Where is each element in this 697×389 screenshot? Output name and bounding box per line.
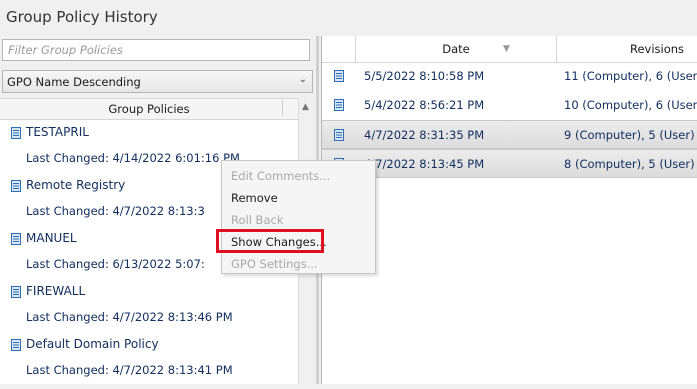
document-icon <box>334 129 344 141</box>
table-row[interactable]: 4/7/2022 8:31:35 PM 9 (Computer), 5 (Use… <box>322 120 697 149</box>
history-date: 5/4/2022 8:56:21 PM <box>364 98 485 112</box>
history-date: 4/7/2022 8:13:45 PM <box>364 157 485 171</box>
document-icon <box>11 180 21 192</box>
document-icon <box>11 339 21 351</box>
menu-item-roll-back[interactable]: Roll Back <box>231 213 283 227</box>
list-item[interactable]: Default Domain Policy Last Changed: 4/7/… <box>0 336 298 389</box>
list-item[interactable]: FIREWALL Last Changed: 4/7/2022 8:13:46 … <box>0 283 298 336</box>
column-divider <box>282 100 283 116</box>
policy-last-changed: Last Changed: 4/7/2022 8:13:41 PM <box>26 363 233 377</box>
icon-column-header <box>322 36 356 63</box>
date-column-label: Date <box>442 42 470 56</box>
history-revisions: 9 (Computer), 5 (User) <box>564 128 695 142</box>
policy-last-changed: Last Changed: 4/14/2022 6:01:16 PM <box>26 151 240 165</box>
history-date: 5/5/2022 8:10:58 PM <box>364 69 485 83</box>
table-row[interactable]: 4/7/2022 8:13:45 PM 8 (Computer), 5 (Use… <box>322 149 697 178</box>
scroll-up-arrow-icon[interactable]: ▲ <box>302 102 309 112</box>
menu-item-remove[interactable]: Remove <box>231 191 278 205</box>
sort-dropdown[interactable]: GPO Name Descending ⌄ <box>2 70 313 93</box>
policy-name: TESTAPRIL <box>26 125 89 139</box>
sort-descending-icon: ▼ <box>503 44 510 54</box>
date-column-header[interactable]: Date ▼ <box>356 36 557 63</box>
document-icon <box>334 99 344 111</box>
history-panel: Date ▼ Revisions 5/5/2022 8:10:58 PM 11 … <box>321 36 697 384</box>
history-date: 4/7/2022 8:31:35 PM <box>364 128 485 142</box>
show-changes-highlight-box <box>216 229 324 253</box>
policy-name: FIREWALL <box>26 284 86 298</box>
table-row[interactable]: 5/5/2022 8:10:58 PM 11 (Computer), 6 (Us… <box>322 62 697 91</box>
policy-last-changed: Last Changed: 4/7/2022 8:13:46 PM <box>26 310 233 324</box>
filter-group-policies-input[interactable] <box>2 39 310 61</box>
policy-name: Remote Registry <box>26 178 126 192</box>
revisions-column-header[interactable]: Revisions <box>557 36 697 63</box>
history-revisions: 10 (Computer), 6 (User) <box>564 98 697 112</box>
document-icon <box>11 233 21 245</box>
revisions-column-label: Revisions <box>630 42 685 56</box>
context-menu: Edit Comments... Remove Roll Back Show C… <box>221 160 376 274</box>
table-row[interactable]: 5/4/2022 8:56:21 PM 10 (Computer), 6 (Us… <box>322 91 697 120</box>
history-revisions: 8 (Computer), 5 (User) <box>564 157 695 171</box>
document-icon <box>11 286 21 298</box>
sort-selected-label: GPO Name Descending <box>7 75 141 89</box>
policy-name: MANUEL <box>26 231 77 245</box>
policy-last-changed: Last Changed: 4/7/2022 8:13:3 <box>26 204 205 218</box>
document-icon <box>334 70 344 82</box>
menu-item-gpo-settings[interactable]: GPO Settings... <box>231 257 318 271</box>
group-policies-column-header[interactable]: Group Policies <box>0 98 298 120</box>
policy-last-changed: Last Changed: 6/13/2022 5:07: <box>26 257 205 271</box>
chevron-down-icon: ⌄ <box>298 74 307 85</box>
menu-item-edit-comments[interactable]: Edit Comments... <box>231 169 330 183</box>
policy-name: Default Domain Policy <box>26 337 159 351</box>
document-icon <box>11 127 21 139</box>
window-title: Group Policy History <box>6 8 158 26</box>
history-revisions: 11 (Computer), 6 (User) <box>564 69 697 83</box>
